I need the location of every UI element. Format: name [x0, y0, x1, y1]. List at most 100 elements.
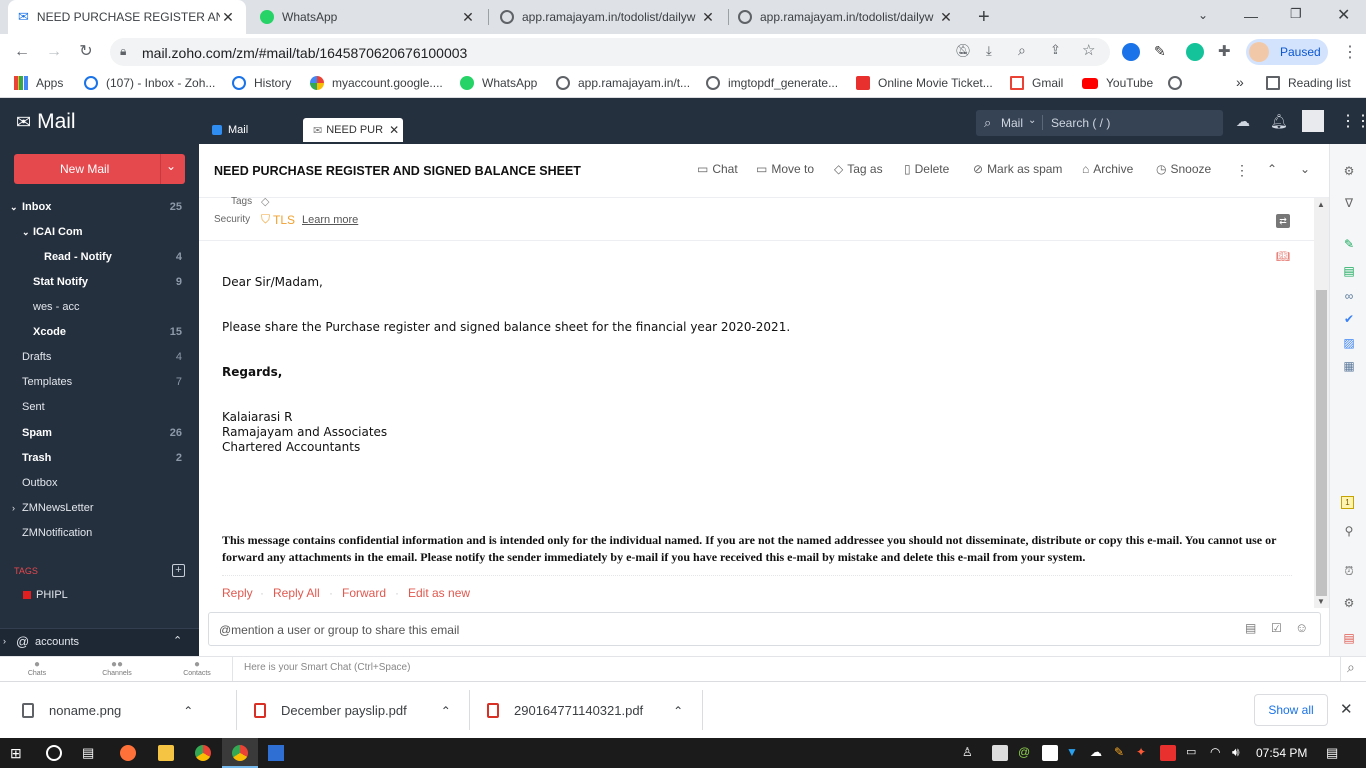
vpn-shield-icon[interactable]: ▼ [1066, 745, 1082, 761]
tray-app-icon[interactable] [1160, 745, 1176, 761]
tray-app-icon[interactable]: @ [1018, 745, 1034, 761]
download-item-december-payslip[interactable]: December payslip.pdf ⌃ [254, 682, 451, 739]
browser-tab-todolist-1[interactable]: app.ramajayam.in/todolist/dailyw ✕ [490, 0, 726, 34]
plugin-icon[interactable]: ⚙ [1341, 596, 1357, 612]
mention-input[interactable]: @mention a user or group to share this e… [208, 612, 1321, 646]
chevron-down-icon[interactable]: ⌄ [166, 159, 176, 173]
folder-trash[interactable]: Trash 2 [0, 447, 199, 469]
scrollbar-thumb[interactable] [1316, 290, 1327, 596]
chrome-icon[interactable] [195, 745, 211, 761]
onedrive-icon[interactable]: ☁ [1090, 745, 1106, 761]
add-tag-icon[interactable]: + [172, 564, 185, 577]
chevron-up-icon[interactable]: ⌃ [441, 704, 451, 718]
app-grid-icon[interactable]: ⋮⋮⋮ [1340, 111, 1366, 131]
search-circle-icon[interactable] [46, 745, 62, 761]
tray-app-icon[interactable] [992, 745, 1008, 761]
firefox-icon[interactable] [120, 745, 136, 761]
archive-button[interactable]: ⌂ Archive [1082, 162, 1133, 176]
bookmark-apps[interactable]: Apps [14, 76, 63, 90]
chevron-up-icon[interactable]: ⌃ [673, 704, 683, 718]
bookmark-imgtopdf[interactable]: imgtopdf_generate... [706, 76, 838, 90]
restore-icon[interactable]: ❐ [1290, 6, 1302, 22]
browser-tab-whatsapp[interactable]: WhatsApp ✕ [250, 0, 486, 34]
more-options-icon[interactable]: ⋮ [1235, 162, 1249, 179]
folder-zmnotification[interactable]: ZMNotification [0, 522, 199, 544]
download-item-noname[interactable]: noname.png ⌃ [22, 682, 193, 739]
chevron-up-icon[interactable]: ⌃ [1267, 162, 1277, 176]
install-icon[interactable]: ⤓ [986, 43, 992, 59]
reading-mode-icon[interactable]: 📖︎ [1276, 250, 1290, 263]
channels-button[interactable]: ●● Channels [97, 659, 137, 677]
bookmark-movie-tickets[interactable]: Online Movie Ticket... [856, 76, 993, 90]
bell-icon[interactable]: 🔔︎ [1270, 113, 1288, 130]
grammarly-icon[interactable] [1186, 43, 1204, 61]
notifications-icon[interactable]: ▤ [1326, 745, 1342, 761]
pen-icon[interactable]: ✎ [1341, 237, 1357, 253]
alarm-icon[interactable]: ⏰︎ [1341, 564, 1357, 580]
folder-outbox[interactable]: Outbox [0, 472, 199, 494]
windows-start-icon[interactable]: ⊞ [10, 745, 26, 761]
bookmark-youtube[interactable]: YouTube [1082, 76, 1153, 90]
extensions-puzzle-icon[interactable]: ✚ [1218, 42, 1231, 60]
notes-icon[interactable]: ▤ [1245, 621, 1256, 635]
omnibox[interactable]: 🔒︎ mail.zoho.com/zm/#mail/tab/1645870620… [110, 38, 1110, 66]
folder-templates[interactable]: Templates 7 [0, 371, 199, 393]
profile-paused-button[interactable]: Paused [1246, 39, 1328, 65]
tasks-check-icon[interactable]: ✔ [1341, 312, 1357, 328]
chevron-down-icon[interactable]: ⌄ [22, 227, 30, 238]
back-icon[interactable]: ← [12, 42, 32, 62]
share-icon[interactable]: ⇪ [1050, 42, 1061, 58]
account-switcher[interactable]: › @ accounts ⌃ [0, 628, 199, 656]
tag-phipl[interactable]: PHIPL [0, 584, 199, 606]
bookmark-pin-icon[interactable]: ⚲ [1341, 524, 1357, 540]
search-input[interactable]: ⌕ Mail ⌄ Search ( / ) [976, 110, 1223, 136]
chrome-icon[interactable] [232, 745, 248, 761]
bookmark-ramajayam[interactable]: app.ramajayam.in/t... [556, 76, 690, 90]
close-tab-icon[interactable]: ✕ [460, 9, 476, 26]
show-all-button[interactable]: Show all [1254, 694, 1328, 726]
chevron-down-icon[interactable]: ⌄ [1300, 162, 1310, 176]
share-icon[interactable]: ⇄ [1276, 214, 1290, 228]
close-tab-icon[interactable]: ✕ [938, 9, 954, 26]
extension-icon[interactable]: ✎ [1154, 43, 1166, 60]
tray-app-icon[interactable]: ✎ [1114, 745, 1130, 761]
reading-list[interactable]: Reading list [1266, 76, 1351, 90]
volume-icon[interactable]: 🔊︎ [1232, 745, 1248, 761]
clock-time[interactable]: 07:54 PM [1256, 746, 1307, 760]
feedback-icon[interactable]: ▤ [1341, 631, 1357, 647]
url-text[interactable]: mail.zoho.com/zm/#mail/tab/1645870620676… [142, 45, 467, 61]
snooze-button[interactable]: ◷ Snooze [1156, 162, 1211, 176]
search-scope-dropdown[interactable]: Mail [1001, 116, 1023, 130]
bookmark-gmail[interactable]: Gmail [1010, 76, 1063, 90]
clipboard-icon[interactable]: ☑ [1271, 621, 1282, 635]
close-tab-icon[interactable]: ✕ [700, 9, 716, 26]
close-tab-icon[interactable]: ✕ [389, 123, 399, 137]
folder-drafts[interactable]: Drafts 4 [0, 346, 199, 368]
bookmark-inbox[interactable]: (107) - Inbox - Zoh... [84, 76, 215, 90]
reply-all-button[interactable]: Reply All [273, 586, 320, 600]
chat-button[interactable]: ▭ Chat [697, 162, 738, 176]
wifi-icon[interactable]: ◠ [1210, 745, 1226, 761]
chevron-down-icon[interactable]: ⌄ [10, 202, 18, 213]
scrollbar[interactable]: ▲ ▼ [1314, 198, 1329, 608]
people-icon[interactable]: ♙ [962, 745, 978, 761]
task-view-icon[interactable]: ▤ [82, 745, 98, 761]
learn-more-link[interactable]: Learn more [302, 214, 358, 226]
close-downloads-icon[interactable]: ✕ [1340, 700, 1353, 718]
close-window-icon[interactable]: ✕ [1337, 5, 1350, 25]
tab-search-icon[interactable]: ⌄ [1198, 8, 1208, 22]
mark-as-spam-button[interactable]: ⊘ Mark as spam [973, 162, 1062, 176]
folder-stat-notify[interactable]: Stat Notify 9 [0, 271, 199, 293]
bookmark-star-icon[interactable]: ☆ [1082, 41, 1095, 59]
file-explorer-icon[interactable] [158, 745, 174, 761]
contacts-button[interactable]: ● Contacts [177, 659, 217, 677]
forward-button[interactable]: Forward [342, 586, 386, 600]
folder-xcode[interactable]: Xcode 15 [0, 321, 199, 343]
filter-icon[interactable]: ∇ [1341, 196, 1357, 212]
contacts-icon[interactable]: ▦ [1341, 359, 1357, 375]
browser-tab-todolist-2[interactable]: app.ramajayam.in/todolist/dailyw ✕ [728, 0, 964, 34]
bookmark-history[interactable]: History [232, 76, 291, 90]
calendar-badge-icon[interactable]: 1 [1341, 496, 1354, 509]
bookmark-whatsapp[interactable]: WhatsApp [460, 76, 537, 90]
new-mail-button[interactable]: New Mail ⌄ [14, 154, 185, 184]
